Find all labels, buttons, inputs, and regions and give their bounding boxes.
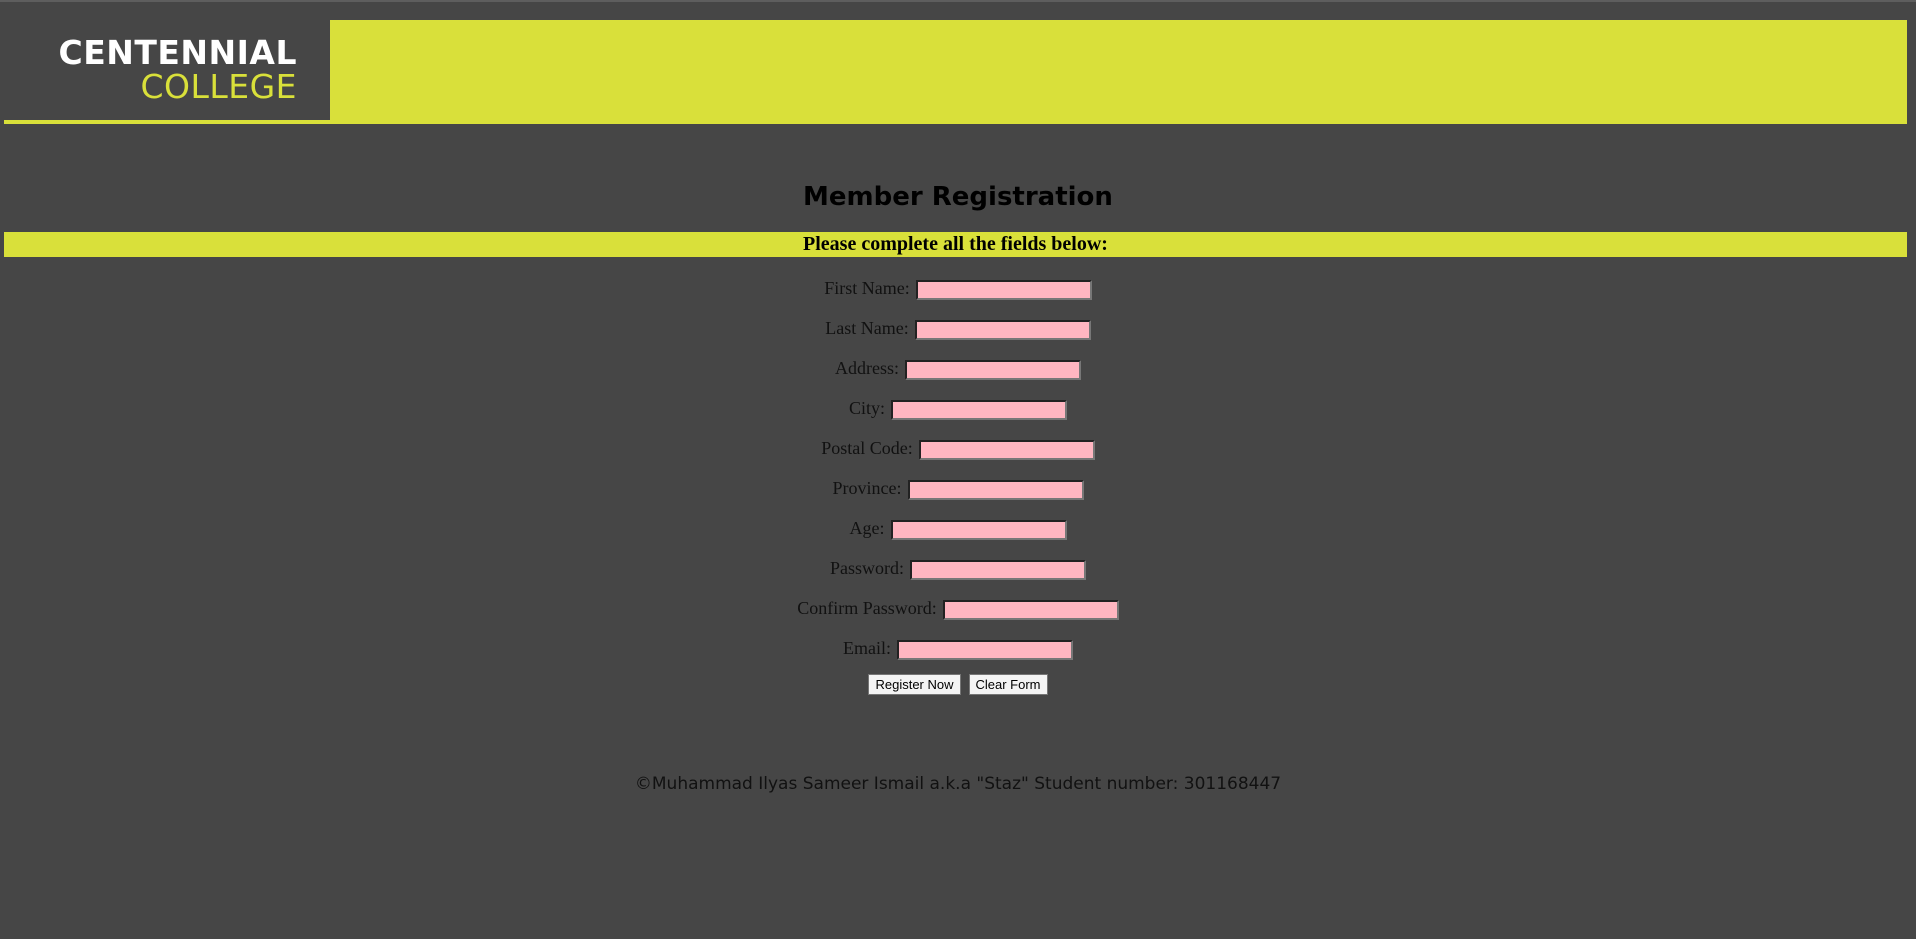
top-border <box>0 0 1916 2</box>
city-input[interactable] <box>891 400 1067 421</box>
clear-form-button[interactable]: Clear Form <box>968 674 1048 695</box>
confirm-password-row: Confirm Password: <box>0 592 1916 632</box>
province-row: Province: <box>0 472 1916 512</box>
form-buttons: Register Now Clear Form <box>0 674 1916 695</box>
password-input[interactable] <box>910 560 1086 581</box>
first-name-row: First Name: <box>0 272 1916 312</box>
city-label: City: <box>848 398 885 418</box>
last-name-input[interactable] <box>914 320 1091 341</box>
confirm-password-input[interactable] <box>942 600 1119 621</box>
email-label: Email: <box>843 638 891 658</box>
instructions-banner: Please complete all the fields below: <box>4 232 1907 257</box>
province-input[interactable] <box>907 480 1084 501</box>
postal-code-label: Postal Code: <box>821 438 913 458</box>
first-name-label: First Name: <box>824 278 910 298</box>
province-label: Province: <box>832 478 902 498</box>
registration-form: First Name: Last Name: Address: City: Po… <box>0 272 1916 695</box>
address-label: Address: <box>835 358 899 378</box>
email-input[interactable] <box>897 640 1073 661</box>
age-input[interactable] <box>890 520 1067 541</box>
password-label: Password: <box>829 558 904 578</box>
last-name-row: Last Name: <box>0 312 1916 352</box>
header-banner: CENTENNIAL COLLEGE <box>4 20 1907 124</box>
confirm-password-label: Confirm Password: <box>797 598 937 618</box>
email-row: Email: <box>0 632 1916 672</box>
postal-code-row: Postal Code: <box>0 432 1916 472</box>
age-row: Age: <box>0 512 1916 552</box>
last-name-label: Last Name: <box>825 318 909 338</box>
city-row: City: <box>0 392 1916 432</box>
address-row: Address: <box>0 352 1916 392</box>
footer-copyright: ©Muhammad Ilyas Sameer Ismail a.k.a "Sta… <box>634 774 1282 794</box>
first-name-input[interactable] <box>915 280 1092 301</box>
age-label: Age: <box>849 518 885 538</box>
postal-code-input[interactable] <box>918 440 1095 461</box>
page-title: Member Registration <box>803 182 1113 212</box>
register-now-button[interactable]: Register Now <box>868 674 961 695</box>
address-input[interactable] <box>905 360 1081 381</box>
password-row: Password: <box>0 552 1916 592</box>
logo-text-college: COLLEGE <box>140 67 297 106</box>
college-logo[interactable]: CENTENNIAL COLLEGE <box>4 20 330 120</box>
